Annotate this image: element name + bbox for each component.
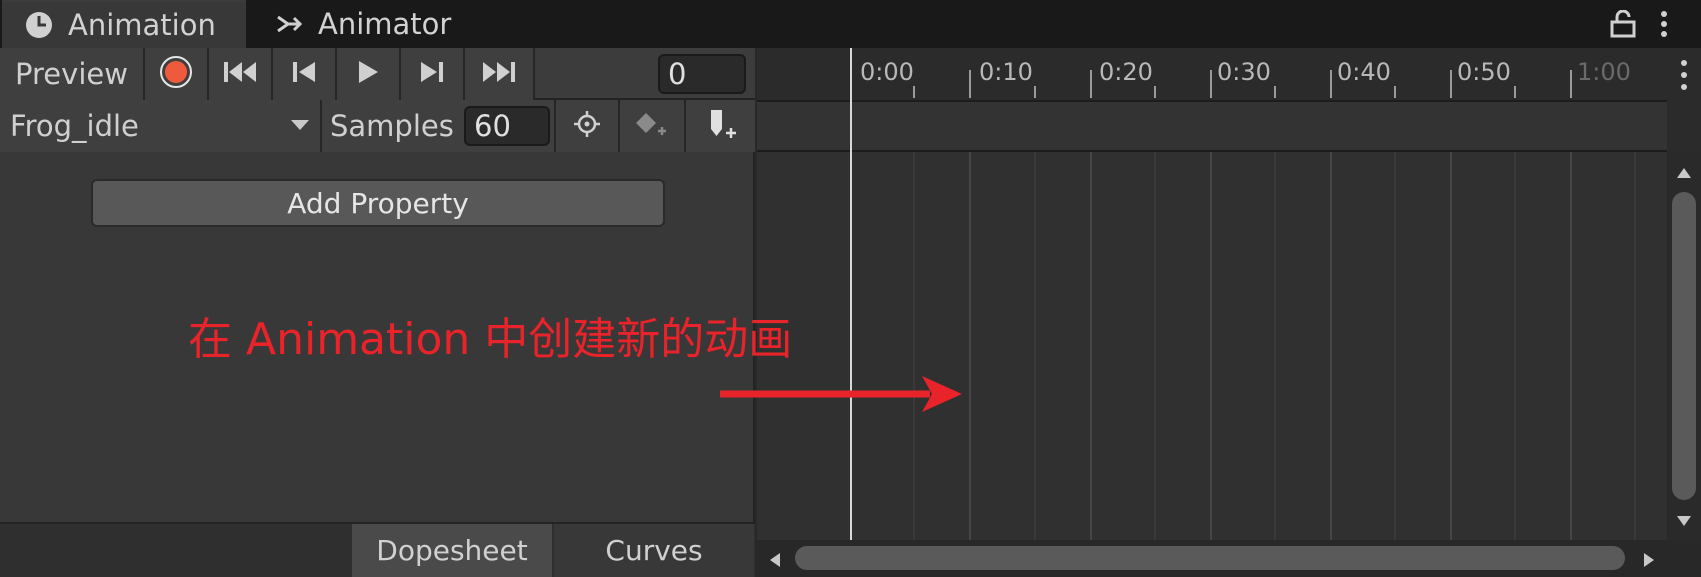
- clip-name: Frog_idle: [10, 109, 139, 143]
- timeline-grid: [913, 152, 1636, 540]
- clock-icon: [22, 8, 56, 42]
- tab-animator[interactable]: Animator: [272, 0, 512, 48]
- ruler-label: 0:50: [1457, 58, 1511, 86]
- record-button[interactable]: [145, 48, 209, 100]
- scroll-down-icon[interactable]: [1676, 512, 1692, 531]
- scroll-left-icon[interactable]: [769, 552, 781, 572]
- annotation-text: 在 Animation 中创建新的动画: [188, 314, 793, 365]
- vertical-scrollbar[interactable]: [1667, 152, 1701, 540]
- play-icon: [356, 59, 380, 89]
- lock-icon[interactable]: [1610, 9, 1636, 38]
- scroll-up-icon[interactable]: [1676, 164, 1692, 183]
- add-event-icon: [704, 107, 738, 145]
- timeline-ruler[interactable]: 0:00 0:10 0:20 0:30 0:40 0:50 1:00: [757, 48, 1667, 102]
- tab-animation[interactable]: Animation: [2, 0, 246, 48]
- horizontal-scroll-thumb[interactable]: [795, 546, 1625, 570]
- filter-selection-button[interactable]: [556, 100, 620, 152]
- timeline-menu[interactable]: [1667, 48, 1701, 152]
- tab-animator-label: Animator: [318, 7, 452, 41]
- tab-curves-label: Curves: [605, 534, 703, 567]
- playhead[interactable]: [850, 48, 852, 540]
- skip-to-end-icon: [481, 60, 517, 88]
- ruler-label: 1:00: [1577, 58, 1631, 86]
- ruler-label: 0:20: [1099, 58, 1153, 86]
- ruler-label: 0:10: [979, 58, 1033, 86]
- ruler-label: 0:40: [1337, 58, 1391, 86]
- add-keyframe-icon: [634, 109, 670, 143]
- step-back-icon: [291, 60, 317, 88]
- next-keyframe-button[interactable]: [401, 48, 465, 100]
- add-property-label: Add Property: [287, 186, 469, 220]
- window-menu-icon[interactable]: [1656, 10, 1672, 38]
- dopesheet-area[interactable]: [757, 152, 1667, 540]
- animator-icon: [272, 7, 306, 41]
- skip-to-start-icon: [222, 60, 258, 88]
- vertical-scroll-thumb[interactable]: [1672, 192, 1696, 500]
- play-button[interactable]: [337, 48, 401, 100]
- window-tab-bar: [0, 0, 1701, 48]
- annotation-arrow: [718, 374, 964, 418]
- options-menu-icon[interactable]: [1677, 58, 1691, 96]
- tab-animation-label: Animation: [68, 8, 216, 42]
- record-icon: [159, 55, 193, 93]
- horizontal-scrollbar[interactable]: [757, 540, 1667, 577]
- add-property-button[interactable]: Add Property: [91, 179, 665, 227]
- frame-value: 0: [668, 57, 687, 91]
- tab-dopesheet-label: Dopesheet: [376, 534, 528, 567]
- samples-value: 60: [474, 109, 511, 143]
- ruler-label: 0:30: [1217, 58, 1271, 86]
- add-event-button[interactable]: [686, 100, 755, 152]
- clip-dropdown[interactable]: Frog_idle: [0, 100, 322, 152]
- samples-label: Samples: [330, 109, 454, 143]
- preview-label: Preview: [15, 57, 128, 91]
- tab-dopesheet[interactable]: Dopesheet: [352, 524, 552, 577]
- samples-field[interactable]: 60: [464, 106, 550, 146]
- previous-keyframe-button[interactable]: [273, 48, 337, 100]
- ruler-label: 0:00: [860, 58, 914, 86]
- tab-curves[interactable]: Curves: [554, 524, 754, 577]
- dropdown-arrow-icon: [290, 117, 310, 136]
- preview-toggle[interactable]: Preview: [0, 48, 145, 100]
- add-keyframe-button[interactable]: [620, 100, 686, 152]
- first-keyframe-button[interactable]: [209, 48, 273, 100]
- event-track[interactable]: [757, 102, 1667, 152]
- last-keyframe-button[interactable]: [465, 48, 535, 100]
- frame-field[interactable]: 0: [658, 54, 746, 94]
- crosshair-icon: [572, 109, 602, 143]
- scroll-right-icon[interactable]: [1643, 552, 1655, 572]
- step-forward-icon: [419, 60, 445, 88]
